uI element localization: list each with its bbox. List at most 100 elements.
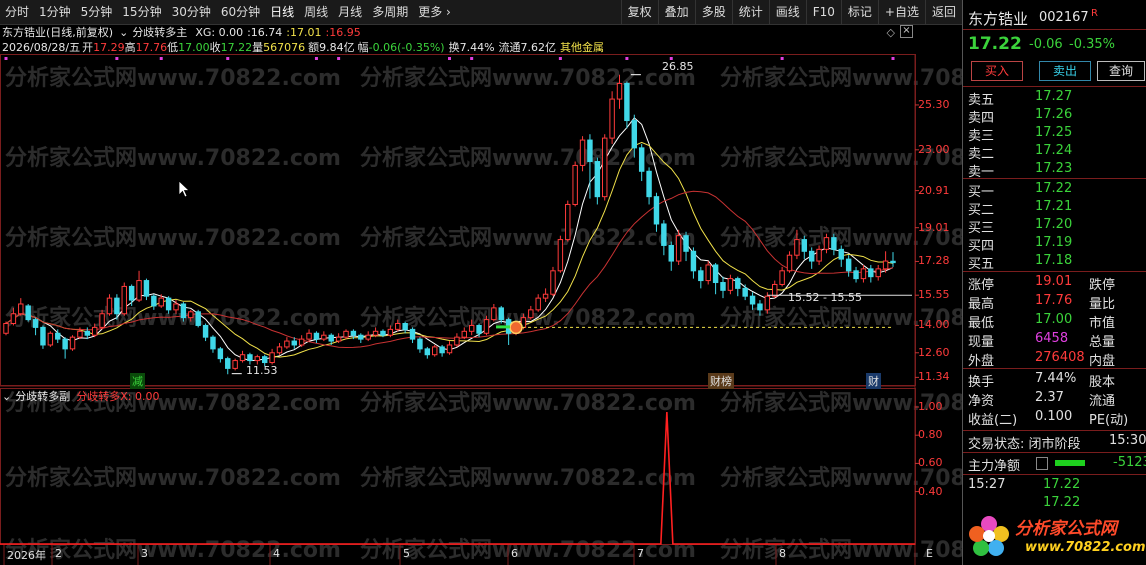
tab-1min[interactable]: 1分钟: [34, 0, 76, 24]
candle-body: [602, 137, 608, 198]
tab-60min[interactable]: 60分钟: [216, 0, 265, 24]
candle-body: [136, 280, 142, 301]
list-icon[interactable]: [1036, 457, 1048, 470]
candle-body: [32, 319, 39, 328]
stats-button[interactable]: 统计: [731, 0, 769, 24]
ask-row[interactable]: 卖四 17.26: [963, 107, 1146, 126]
candle-body: [313, 332, 320, 340]
tab-5min[interactable]: 5分钟: [76, 0, 118, 24]
tab-weekly[interactable]: 周线: [299, 0, 333, 24]
candle-body: [712, 264, 719, 284]
ask-row[interactable]: 卖一 17.23: [963, 161, 1146, 180]
candle-body: [417, 338, 423, 350]
dropdown-icon[interactable]: ⌄: [119, 26, 128, 39]
tab-intraday[interactable]: 分时: [0, 0, 34, 24]
ask-row-label: 卖五: [968, 93, 995, 108]
bid-row[interactable]: 买五 17.18: [963, 253, 1146, 272]
candle-body: [91, 326, 98, 336]
tag-reduce[interactable]: 减: [130, 373, 145, 389]
f10-button[interactable]: F10: [805, 0, 841, 24]
sector-label[interactable]: 其他金属: [560, 39, 604, 55]
stat-row[interactable]: 现量 6458 总量: [963, 331, 1146, 350]
stat2-row[interactable]: 净资 2.37 流通: [963, 390, 1146, 409]
candle-body: [358, 334, 364, 340]
tab-30min[interactable]: 30分钟: [167, 0, 216, 24]
tab-more[interactable]: 更多 ›: [413, 0, 456, 24]
candle-body: [77, 330, 83, 338]
dropdown-icon[interactable]: ⌄: [2, 390, 11, 403]
candle-body: [239, 354, 246, 362]
stock-code: 002167: [1039, 10, 1089, 25]
bid-row[interactable]: 买三 17.20: [963, 217, 1146, 236]
indicator-value-2: 17.01: [290, 25, 322, 39]
stat-row[interactable]: 最低 17.00 市值: [963, 312, 1146, 331]
ask-row[interactable]: 卖三 17.25: [963, 125, 1146, 144]
logo-text: 分析家公式网: [1015, 519, 1117, 539]
signal-dot: [4, 57, 8, 60]
candle-body: [284, 340, 290, 348]
ask-row-value: 17.27: [1035, 89, 1073, 104]
candle-body: [106, 297, 113, 315]
indicator-name[interactable]: 分歧转多主: [132, 24, 187, 40]
buy-button[interactable]: 买入: [971, 61, 1023, 81]
candle-body: [683, 235, 689, 252]
ask-row[interactable]: 卖二 17.24: [963, 143, 1146, 162]
price-tick-label: 23.00: [918, 142, 950, 156]
candle-body: [343, 330, 349, 338]
candle-body: [10, 313, 17, 325]
tab-15min[interactable]: 15分钟: [117, 0, 166, 24]
price-tick-label: 20.91: [918, 183, 950, 197]
tag-finance-list[interactable]: 财榜: [708, 373, 734, 389]
multi-stock-button[interactable]: 多股: [694, 0, 732, 24]
ohlc-line: 2026/08/28/五 开 17.29 高 17.76 低 17.00 收 17.22…: [0, 39, 915, 55]
adjust-button[interactable]: 复权: [620, 0, 658, 24]
signal-dot: [337, 57, 341, 60]
candle-body: [69, 336, 76, 350]
diamond-icon[interactable]: ◇: [887, 26, 895, 39]
mark-button[interactable]: 标记: [840, 0, 878, 24]
stat-row-value: 276408: [1035, 350, 1085, 365]
sub-axis: 1.00 0.80 0.60 0.40: [916, 390, 962, 545]
bid-row-value: 17.21: [1035, 199, 1073, 214]
back-button[interactable]: 返回: [924, 0, 962, 24]
candle-body: [868, 268, 874, 278]
sub-indicator-name[interactable]: 分歧转多副: [15, 388, 70, 404]
stat-row[interactable]: 外盘 276408 内盘: [963, 350, 1146, 369]
overlay-button[interactable]: 叠加: [657, 0, 695, 24]
trade-status-time: 15:30: [1109, 433, 1146, 448]
signal-dot: [226, 57, 230, 60]
ask-row[interactable]: 卖五 17.27: [963, 89, 1146, 108]
stat-row[interactable]: 最高 17.76 量比: [963, 293, 1146, 312]
stat-row[interactable]: 涨停 19.01 跌停: [963, 274, 1146, 293]
candle-body: [668, 244, 674, 262]
trade-status: 交易状态: 闭市阶段: [968, 437, 1081, 452]
close-icon[interactable]: ×: [900, 25, 913, 38]
kline-chart[interactable]: [0, 54, 962, 565]
tab-daily[interactable]: 日线: [265, 0, 299, 24]
query-button[interactable]: 查询: [1097, 61, 1145, 81]
candle-body: [269, 352, 275, 364]
bid-row[interactable]: 买一 17.22: [963, 181, 1146, 200]
candle-body: [47, 332, 54, 346]
tab-multi-period[interactable]: 多周期: [367, 0, 413, 24]
stat-row-label: 涨停: [968, 278, 995, 293]
bid-row[interactable]: 买二 17.21: [963, 199, 1146, 218]
vol-label: 量: [252, 41, 264, 54]
tag-finance[interactable]: 财: [866, 373, 881, 389]
draw-line-button[interactable]: 画线: [768, 0, 806, 24]
signal-dot: [470, 57, 474, 60]
candle-body: [55, 332, 61, 340]
flower-logo-icon: [969, 516, 1009, 556]
candle-body: [409, 328, 416, 340]
add-watchlist-button[interactable]: +自选: [877, 0, 925, 24]
sub-tick-label: 0.80: [918, 428, 943, 442]
price-axis: 25.30 23.00 20.91 19.01 17.28 15.55 14.00 12.60…: [916, 54, 962, 389]
sell-button[interactable]: 卖出: [1039, 61, 1091, 81]
tab-monthly[interactable]: 月线: [333, 0, 367, 24]
stat2-row[interactable]: 收益(二) 0.100 PE(动): [963, 409, 1146, 428]
stock-title: 东方锆业(日线,前复权): [2, 26, 114, 39]
stat2-row[interactable]: 换手 7.44% 股本: [963, 371, 1146, 390]
candle-body: [439, 346, 445, 354]
bid-row[interactable]: 买四 17.19: [963, 235, 1146, 254]
candle-body: [483, 319, 490, 334]
